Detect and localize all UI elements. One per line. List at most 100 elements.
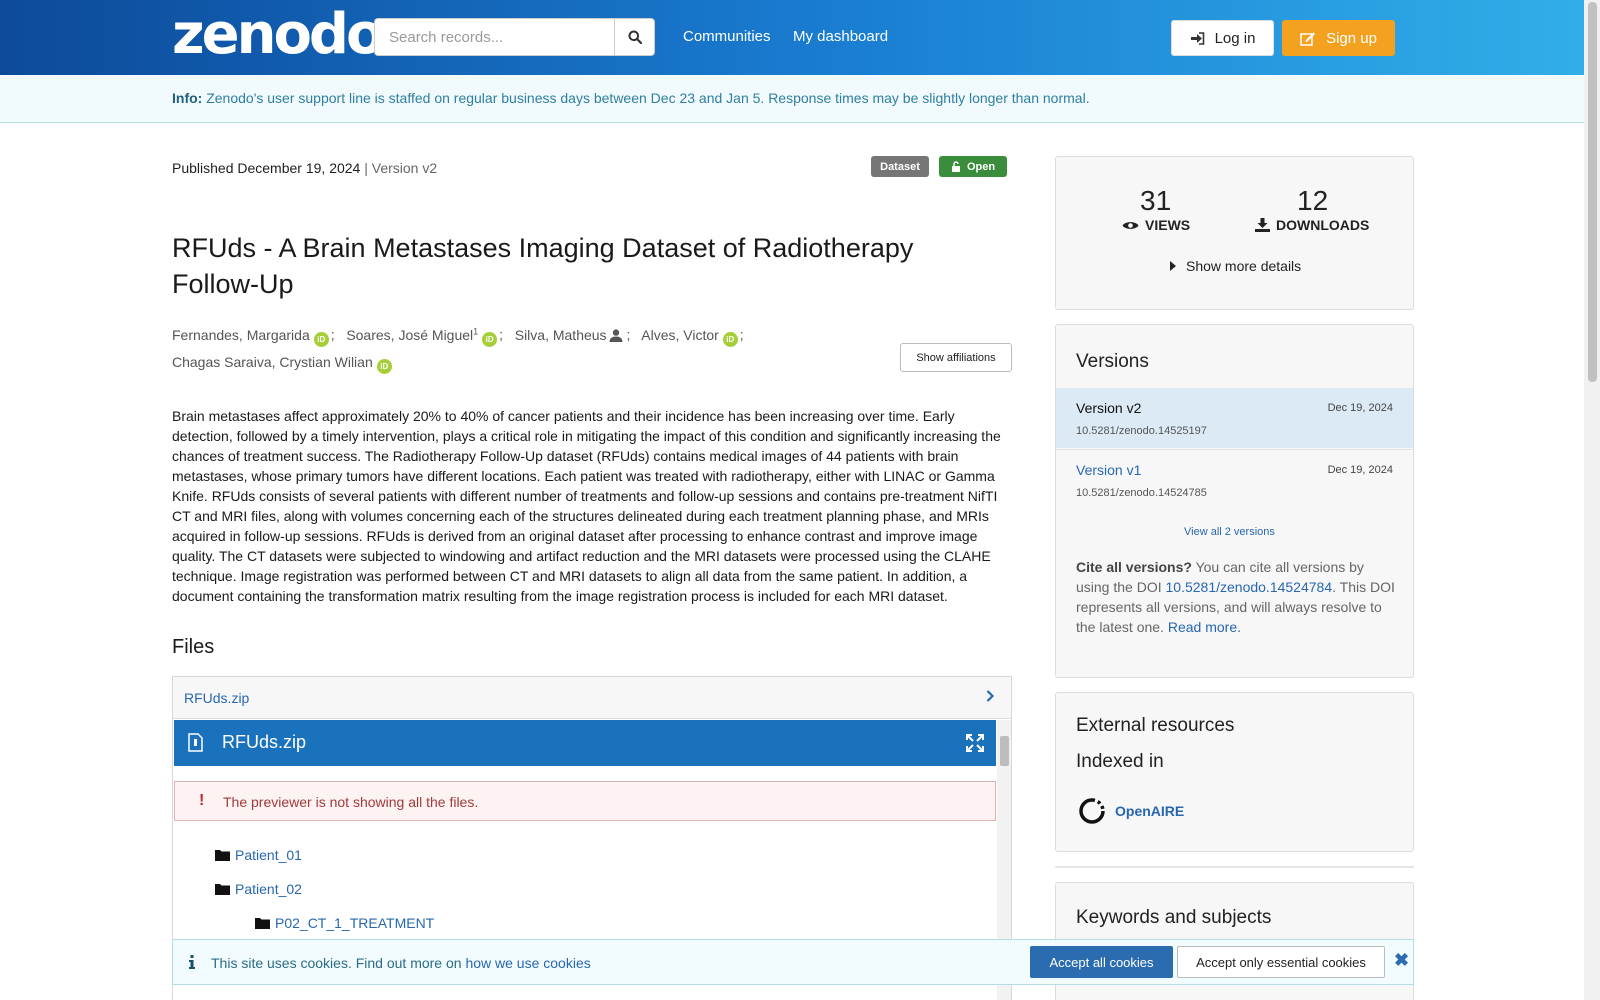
version-name[interactable]: Version v1: [1076, 462, 1141, 478]
stats-card: 31 VIEWS 12 DOWNLOADS Show more details: [1055, 156, 1414, 310]
author[interactable]: Silva, Matheus: [515, 327, 623, 343]
search-icon: [628, 30, 642, 44]
tree-folder[interactable]: Patient_02: [215, 881, 302, 897]
caret-right-icon: [1170, 261, 1176, 271]
versions-heading: Versions: [1076, 351, 1149, 372]
author[interactable]: Alves, Victor iD: [641, 327, 740, 347]
preview-file-name: RFUds.zip: [222, 732, 307, 752]
orcid-icon[interactable]: iD: [722, 331, 738, 347]
dataset-badge-label: Dataset: [880, 160, 920, 173]
version-date: Dec 19, 2024: [1327, 464, 1393, 476]
versions-card: Versions Version v2 Dec 19, 2024 10.5281…: [1055, 324, 1414, 678]
preview-scroll-thumb[interactable]: [1000, 736, 1009, 766]
download-icon: [1255, 218, 1270, 232]
accept-all-cookies-button[interactable]: Accept all cookies: [1030, 946, 1173, 978]
tree-folder[interactable]: Patient_01: [215, 847, 302, 863]
external-resources-card: External resources Indexed in OpenAIRE: [1055, 692, 1414, 852]
record-title: RFUds - A Brain Metastases Imaging Datas…: [172, 233, 914, 299]
info-banner: Info: Zenodo's user support line is staf…: [0, 75, 1584, 123]
zenodo-logo[interactable]: zenodo: [172, 5, 384, 65]
orcid-icon[interactable]: iD: [313, 331, 329, 347]
version-doi: 10.5281/zenodo.14524785: [1076, 487, 1207, 499]
folder-icon: [215, 884, 230, 895]
files-accordion-header[interactable]: RFUds.zip: [173, 677, 1011, 719]
unlock-icon: [951, 161, 960, 172]
open-access-label: Open: [966, 160, 996, 173]
publication-info: Published December 19, 2024 | Version v2: [172, 160, 437, 176]
concept-doi-link[interactable]: 10.5281/zenodo.14524784: [1166, 579, 1333, 595]
keywords-heading: Keywords and subjects: [1076, 907, 1272, 928]
folder-icon: [255, 918, 270, 929]
preview-warning: ! The previewer is not showing all the f…: [174, 781, 996, 821]
cookie-policy-link[interactable]: how we use cookies: [465, 955, 590, 971]
preview-warning-text: The previewer is not showing all the fil…: [223, 794, 479, 810]
search-input[interactable]: [375, 19, 615, 55]
show-affiliations-button[interactable]: Show affiliations: [900, 343, 1012, 372]
sidebar-divider: [1055, 866, 1414, 868]
exclamation-icon: !: [199, 792, 205, 809]
show-more-details[interactable]: Show more details: [1170, 258, 1301, 274]
file-link[interactable]: RFUds.zip: [184, 690, 249, 706]
close-icon[interactable]: ✖: [1394, 950, 1409, 971]
eye-icon: [1122, 221, 1139, 229]
login-label: Log in: [1214, 29, 1256, 47]
downloads-count: 12: [1297, 185, 1329, 216]
author-list: Fernandes, Margarida iD; Soares, José Mig…: [172, 318, 832, 376]
tree-folder-label: Patient_02: [235, 881, 302, 897]
record-description: Brain metastases affect approximately 20…: [172, 408, 1001, 604]
openaire-icon: [1079, 798, 1105, 824]
view-all-versions-link[interactable]: View all 2 versions: [1184, 526, 1275, 538]
chevron-right-icon[interactable]: [985, 689, 995, 703]
tree-folder-label: Patient_01: [235, 847, 302, 863]
accept-essential-cookies-button[interactable]: Accept only essential cookies: [1177, 946, 1385, 978]
person-icon: [609, 329, 623, 342]
search-box: [374, 18, 655, 56]
files-heading: Files: [172, 636, 215, 658]
folder-icon: [215, 850, 230, 861]
views-count: 31: [1140, 185, 1172, 216]
version-row[interactable]: Version v1 Dec 19, 2024 10.5281/zenodo.1…: [1056, 449, 1413, 509]
top-header: zenodo Communities My dashboard Log in S…: [0, 0, 1584, 75]
zip-file-icon: [188, 733, 203, 752]
read-more-link[interactable]: Read more.: [1168, 619, 1241, 635]
open-access-badge: Open: [939, 156, 1007, 177]
info-label: Info:: [172, 90, 203, 106]
nav-communities[interactable]: Communities: [683, 28, 771, 45]
affiliation-marker: 1: [473, 326, 479, 336]
sign-in-icon: [1190, 31, 1204, 45]
cite-all-versions: Cite all versions? You can cite all vers…: [1076, 559, 1395, 635]
version-row-current[interactable]: Version v2 Dec 19, 2024 10.5281/zenodo.1…: [1056, 388, 1413, 448]
cookie-banner: This site uses cookies. Find out more on…: [172, 939, 1414, 985]
orcid-icon[interactable]: iD: [482, 331, 498, 347]
orcid-icon[interactable]: iD: [376, 358, 392, 374]
cookie-text: This site uses cookies. Find out more on…: [211, 955, 591, 971]
signup-button[interactable]: Sign up: [1282, 20, 1395, 56]
external-resources-heading: External resources: [1076, 715, 1235, 736]
downloads-label: DOWNLOADS: [1255, 217, 1369, 233]
version-doi: 10.5281/zenodo.14525197: [1076, 425, 1207, 437]
signup-label: Sign up: [1326, 29, 1377, 47]
views-label: VIEWS: [1122, 217, 1190, 233]
openaire-link[interactable]: OpenAIRE: [1115, 803, 1184, 819]
version-label: | Version v2: [364, 160, 438, 176]
author[interactable]: Soares, José Miguel1iD: [346, 326, 499, 347]
info-text: Zenodo's user support line is staffed on…: [206, 90, 1090, 106]
tree-folder-label: P02_CT_1_TREATMENT: [275, 915, 435, 931]
page-scrollbar[interactable]: [1584, 0, 1600, 1000]
login-button[interactable]: Log in: [1171, 20, 1274, 56]
tree-folder[interactable]: P02_CT_1_TREATMENT: [255, 915, 434, 931]
nav-my-dashboard[interactable]: My dashboard: [793, 28, 888, 45]
author[interactable]: Chagas Saraiva, Crystian Wilian iD: [172, 354, 394, 374]
preview-header: RFUds.zip: [174, 720, 996, 766]
indexed-in-heading: Indexed in: [1076, 751, 1164, 772]
edit-icon: [1300, 32, 1316, 46]
version-date: Dec 19, 2024: [1327, 402, 1393, 414]
version-name: Version v2: [1076, 400, 1142, 416]
page-scroll-thumb[interactable]: [1588, 2, 1597, 382]
expand-icon[interactable]: [966, 734, 984, 752]
search-button[interactable]: [614, 19, 654, 55]
published-date: Published December 19, 2024: [172, 160, 361, 176]
author[interactable]: Fernandes, Margarida iD: [172, 327, 331, 347]
dataset-badge: Dataset: [871, 156, 929, 177]
info-icon: [189, 955, 195, 969]
